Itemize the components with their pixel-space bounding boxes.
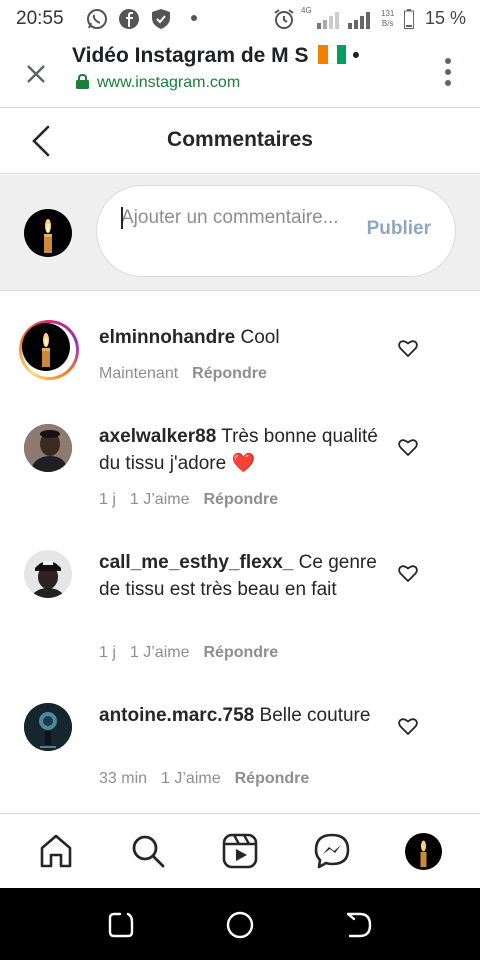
comment-username[interactable]: call_me_esthy_flexx_ — [99, 552, 293, 573]
battery-percent: 15 % — [424, 8, 466, 28]
heart-icon[interactable] — [398, 564, 418, 582]
close-icon[interactable] — [22, 60, 50, 88]
comment-meta: 1 j 1 J’aime Répondre — [99, 644, 292, 662]
candle-icon — [420, 840, 427, 867]
comment-body: Cool — [240, 327, 280, 348]
system-navigation-bar — [0, 888, 480, 960]
url-bar[interactable]: www.instagram.com — [76, 74, 240, 92]
back-icon[interactable] — [344, 910, 374, 940]
comment-meta: 1 j 1 J’aime Répondre — [99, 491, 292, 509]
net-speed-value: 131 — [381, 9, 395, 18]
ivory-coast-flag-icon — [318, 45, 347, 64]
comment-text: elminnohandre Cool — [99, 324, 379, 351]
commenter-avatar[interactable] — [24, 424, 72, 472]
commenter-avatar — [22, 323, 70, 371]
page-title: Commentaires — [167, 128, 313, 151]
comment-input[interactable] — [121, 204, 341, 262]
url-text: www.instagram.com — [97, 74, 241, 91]
messenger-icon — [314, 833, 350, 869]
commenter-avatar[interactable] — [24, 550, 72, 598]
home-circle-icon[interactable] — [225, 910, 255, 940]
heart-icon[interactable] — [398, 717, 418, 735]
signal-strength-icon — [348, 12, 370, 29]
comment-username[interactable]: axelwalker88 — [99, 426, 216, 447]
reply-button[interactable]: Répondre — [235, 770, 310, 787]
comment-field-container: Publier — [96, 185, 456, 277]
comment-likes[interactable]: 1 J’aime — [130, 491, 190, 508]
comment-meta: Maintenant Répondre — [99, 365, 281, 383]
home-icon — [40, 834, 72, 868]
nav-messenger[interactable] — [314, 833, 350, 869]
comment-body: Belle couture — [259, 705, 371, 726]
net-speed-unit: B/s — [381, 19, 394, 28]
browser-toolbar: Vidéo Instagram de M S • www.instagram.c… — [0, 38, 480, 108]
comment-text: axelwalker88 Très bonne qualité du tissu… — [99, 423, 379, 477]
reels-icon — [222, 833, 258, 869]
battery-icon — [404, 9, 414, 29]
reply-button[interactable]: Répondre — [192, 365, 267, 382]
heart-icon[interactable] — [398, 438, 418, 456]
candle-icon — [44, 219, 52, 253]
text-cursor — [121, 207, 123, 229]
shield-icon — [152, 9, 170, 29]
comment-likes[interactable]: 1 J’aime — [161, 770, 221, 787]
nav-search[interactable] — [130, 833, 166, 869]
browser-title: Vidéo Instagram de M S • — [72, 44, 360, 68]
title-suffix: • — [352, 44, 360, 67]
bottom-navigation — [0, 813, 480, 888]
comment-username[interactable]: antoine.marc.758 — [99, 705, 254, 726]
comments-header: Commentaires — [0, 108, 480, 174]
status-bar: 20:55 4G 131 B/s 15 % — [0, 0, 480, 38]
facebook-icon — [119, 9, 139, 29]
comment-time: Maintenant — [99, 365, 179, 382]
signal-icon — [317, 12, 339, 29]
comment-text: call_me_esthy_flexx_ Ce genre de tissu e… — [99, 549, 379, 603]
comment-likes[interactable]: 1 J’aime — [130, 644, 190, 661]
reply-button[interactable]: Répondre — [203, 644, 278, 661]
comment-time: 1 j — [99, 644, 116, 661]
nav-profile-avatar[interactable] — [405, 833, 442, 870]
candle-icon — [42, 333, 50, 367]
comment-composer: Publier — [0, 175, 480, 291]
user-avatar — [24, 209, 72, 257]
publish-button[interactable]: Publier — [367, 218, 431, 240]
comment-meta: 33 min 1 J’aime Répondre — [99, 770, 323, 788]
search-icon — [132, 835, 165, 868]
recents-icon[interactable] — [106, 910, 136, 940]
whatsapp-icon — [87, 9, 107, 29]
more-vert-icon[interactable] — [444, 56, 452, 88]
person-photo-icon — [24, 703, 72, 751]
page-title-text: Vidéo Instagram de M S — [72, 44, 309, 67]
alarm-icon — [274, 9, 294, 29]
heart-icon[interactable] — [398, 339, 418, 357]
nav-home[interactable] — [38, 833, 74, 869]
comment-time: 33 min — [99, 770, 148, 787]
person-photo-icon — [24, 424, 72, 472]
commenter-avatar[interactable] — [24, 703, 72, 751]
story-ring-avatar[interactable] — [19, 320, 79, 380]
person-photo-icon — [24, 550, 72, 598]
status-time: 20:55 — [16, 8, 64, 29]
nav-reels[interactable] — [222, 833, 258, 869]
comment-username[interactable]: elminnohandre — [99, 327, 235, 348]
comment-text: antoine.marc.758 Belle couture — [99, 702, 379, 729]
reply-button[interactable]: Répondre — [203, 491, 278, 508]
lock-icon — [76, 74, 89, 89]
dot-icon — [191, 15, 197, 21]
comment-time: 1 j — [99, 491, 116, 508]
